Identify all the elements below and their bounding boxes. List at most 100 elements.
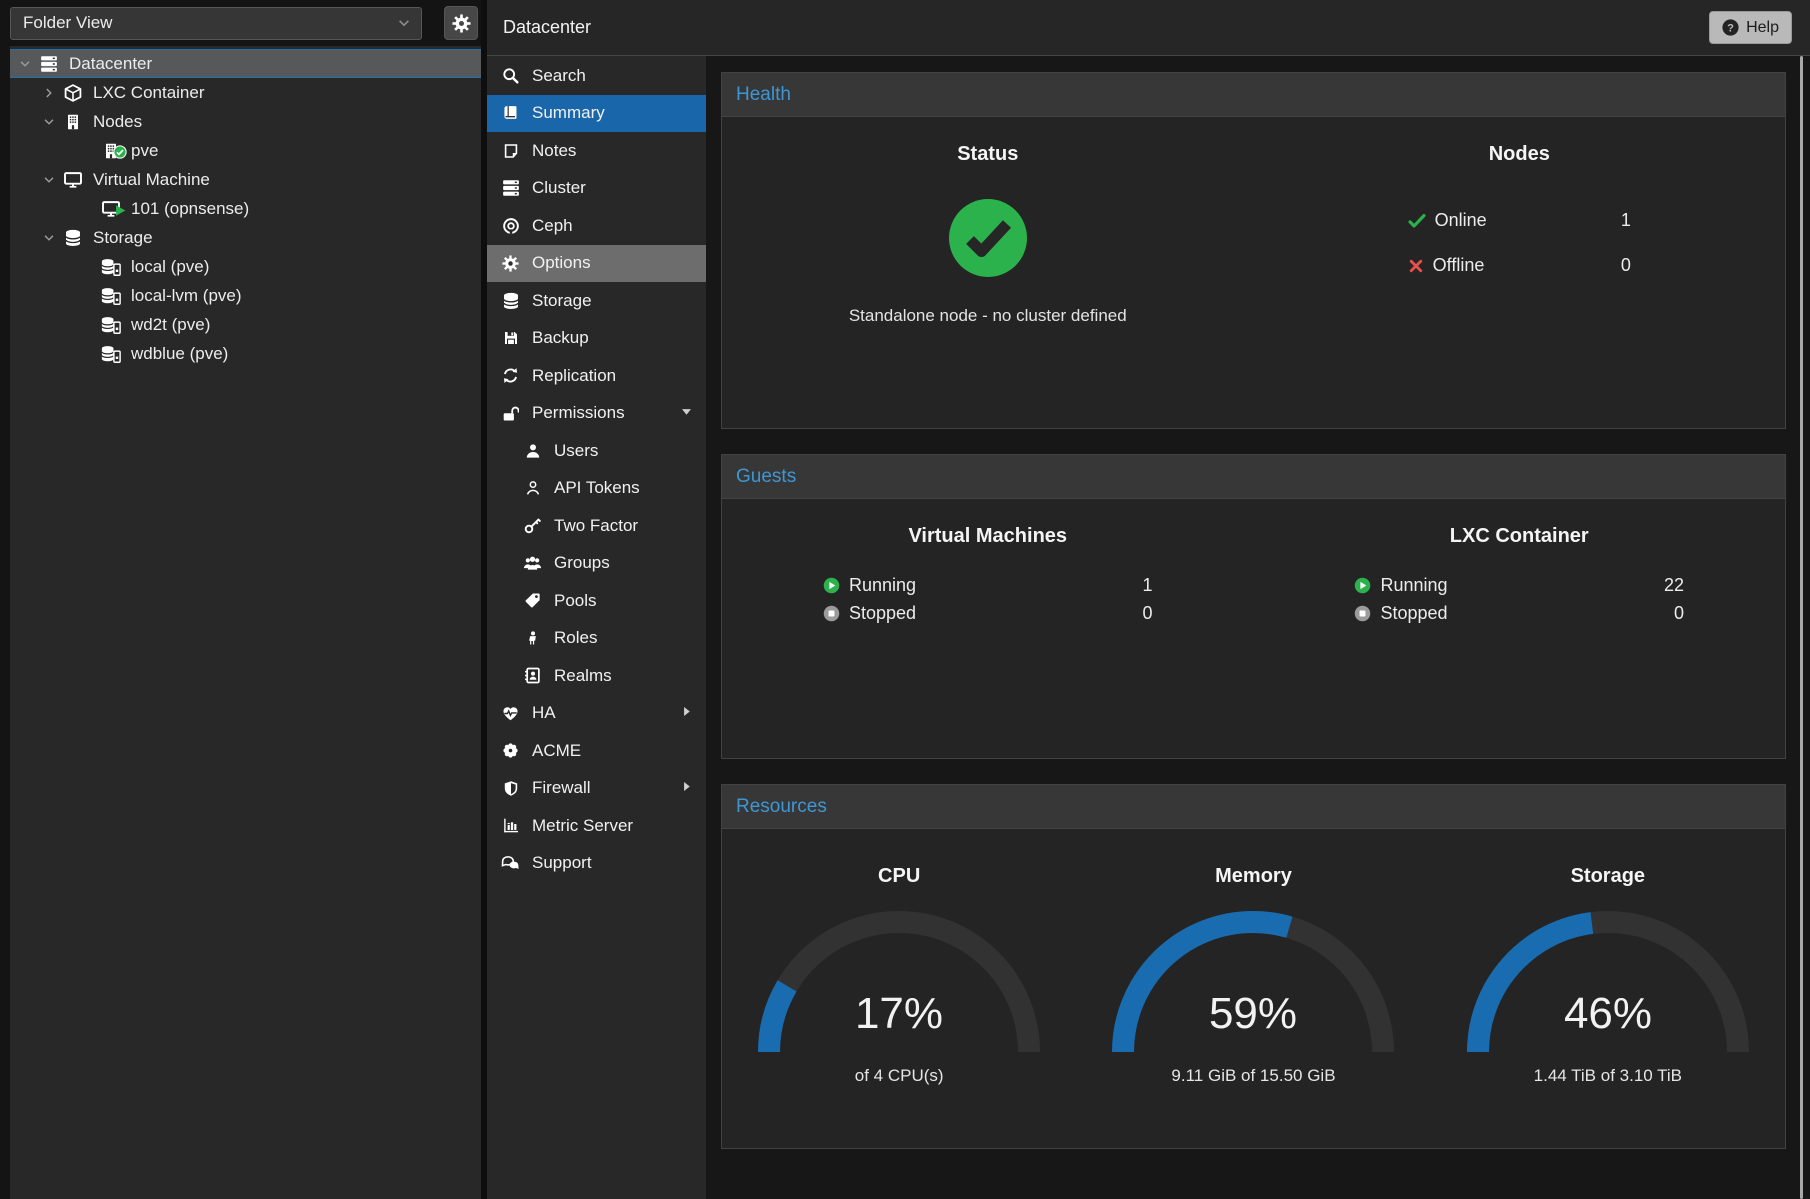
- datacenter-nav: SearchSummaryNotes Cluster CephOptionsStor…: [487, 56, 706, 1199]
- vertical-scrollbar[interactable]: [1797, 56, 1810, 1199]
- nav-item-ceph[interactable]: Ceph: [487, 207, 706, 245]
- guests-panel: Guests Virtual MachinesRunning1Stopped0L…: [721, 454, 1786, 759]
- gauge-heading: Memory: [1076, 865, 1430, 888]
- guests-column-heading: Virtual Machines: [722, 525, 1254, 548]
- tree-item-local-lvm-pve[interactable]: local-lvm (pve): [10, 281, 481, 310]
- question-circle-icon: ?: [1722, 19, 1739, 36]
- person-icon: [522, 630, 543, 646]
- key-icon: [522, 517, 543, 534]
- nav-item-roles[interactable]: Roles: [487, 620, 706, 658]
- nav-item-ha[interactable]: HA: [487, 695, 706, 733]
- gauge-percent: 17%: [855, 989, 943, 1038]
- monitor-icon: [98, 200, 124, 218]
- tree-item-label: local-lvm (pve): [131, 286, 242, 306]
- check-icon: [1408, 212, 1426, 230]
- nav-item-storage[interactable]: Storage: [487, 282, 706, 320]
- nav-item-support[interactable]: Support: [487, 845, 706, 883]
- tree-item-local-pve[interactable]: local (pve): [10, 252, 481, 281]
- tree-item-label: Storage: [93, 228, 153, 248]
- badge-icon: [500, 742, 521, 759]
- nav-item-realms[interactable]: Realms: [487, 657, 706, 695]
- gauge-cpu: CPU17%of 4 CPU(s): [722, 829, 1076, 1148]
- tree-item-label: wd2t (pve): [131, 315, 210, 335]
- tree-item-label: 101 (opnsense): [131, 199, 249, 219]
- nav-item-metric-server[interactable]: Metric Server: [487, 807, 706, 845]
- nav-item-groups[interactable]: Groups: [487, 545, 706, 583]
- tree-item-label: Datacenter: [69, 54, 152, 74]
- nav-item-label: Realms: [554, 666, 612, 686]
- content-lower: SearchSummaryNotesClusterCephOptionsStor…: [487, 56, 1810, 1199]
- tree-item-virtual-machine[interactable]: Virtual Machine: [10, 165, 481, 194]
- proxmox-app: Folder View DatacenterLXC ContainerNodes…: [0, 0, 1810, 1199]
- resources-panel-header: Resources: [722, 785, 1785, 829]
- chevron-down-icon[interactable]: [38, 231, 60, 245]
- status-row-value: 1: [1142, 575, 1152, 596]
- check-circle-icon: [949, 199, 1027, 277]
- tree-item-datacenter[interactable]: Datacenter: [10, 49, 481, 78]
- nav-item-api-tokens[interactable]: API Tokens: [487, 470, 706, 508]
- nav-item-firewall[interactable]: Firewall: [487, 770, 706, 808]
- unlock-icon: [500, 405, 521, 422]
- tree-item-label: local (pve): [131, 257, 209, 277]
- nav-item-search[interactable]: Search: [487, 57, 706, 95]
- nav-item-users[interactable]: Users: [487, 432, 706, 470]
- tree-item-wd2t-pve[interactable]: wd2t (pve): [10, 310, 481, 339]
- page-title: Datacenter: [503, 17, 591, 38]
- status-row-online: Online1: [1408, 210, 1631, 231]
- nav-item-two-factor[interactable]: Two Factor: [487, 507, 706, 545]
- nav-item-options[interactable]: Options: [487, 245, 706, 283]
- database-drive-icon: [98, 345, 124, 363]
- gauge-sublabel: 1.44 TiB of 3.10 TiB: [1431, 1066, 1785, 1086]
- database-icon: [500, 292, 521, 310]
- gauge-heading: CPU: [722, 865, 1076, 888]
- nav-item-label: Replication: [532, 366, 616, 386]
- cube-icon: [60, 84, 86, 102]
- nav-item-permissions[interactable]: Permissions: [487, 395, 706, 433]
- caret-right-icon: [680, 703, 693, 723]
- nav-item-label: API Tokens: [554, 478, 640, 498]
- health-panel-header: Health: [722, 73, 1785, 117]
- chevron-right-icon[interactable]: [38, 86, 60, 100]
- play-icon: [823, 577, 840, 594]
- scrollbar-thumb[interactable]: [1800, 56, 1803, 1199]
- caret-down-icon: [680, 403, 693, 423]
- tree-item-storage[interactable]: Storage: [10, 223, 481, 252]
- nav-item-summary[interactable]: Summary: [487, 95, 706, 133]
- chevron-down-icon[interactable]: [14, 57, 36, 71]
- guests-panel-header: Guests: [722, 455, 1785, 499]
- status-row-value: 1: [1621, 210, 1631, 231]
- gauge-storage: Storage46%1.44 TiB of 3.10 TiB: [1431, 829, 1785, 1148]
- status-row-value: 0: [1621, 255, 1631, 276]
- users-icon: [522, 555, 543, 572]
- server-stack-icon: [36, 55, 62, 73]
- nav-item-pools[interactable]: Pools: [487, 582, 706, 620]
- nav-item-label: Two Factor: [554, 516, 638, 536]
- view-mode-select[interactable]: Folder View: [10, 7, 422, 40]
- nav-item-cluster[interactable]: Cluster: [487, 170, 706, 208]
- bar-chart-icon: [500, 817, 521, 834]
- tree-item-wdblue-pve[interactable]: wdblue (pve): [10, 339, 481, 368]
- status-row-value: 0: [1142, 603, 1152, 624]
- nav-item-replication[interactable]: Replication: [487, 357, 706, 395]
- tree-item-pve[interactable]: pve: [10, 136, 481, 165]
- tree-item-label: Virtual Machine: [93, 170, 210, 190]
- database-icon: [60, 229, 86, 247]
- nav-item-label: Cluster: [532, 178, 586, 198]
- tree-item-lxc-container[interactable]: LXC Container: [10, 78, 481, 107]
- running-play-icon: [114, 202, 127, 222]
- tree-settings-button[interactable]: [444, 6, 478, 40]
- nav-item-label: ACME: [532, 741, 581, 761]
- nav-item-backup[interactable]: Backup: [487, 320, 706, 358]
- nodes-heading: Nodes: [1254, 143, 1786, 166]
- chevron-down-icon[interactable]: [38, 115, 60, 129]
- nav-item-acme[interactable]: ACME: [487, 732, 706, 770]
- gauge-memory: Memory59%9.11 GiB of 15.50 GiB: [1076, 829, 1430, 1148]
- tree-item-label: wdblue (pve): [131, 344, 228, 364]
- search-icon: [500, 67, 521, 84]
- tree-item-nodes[interactable]: Nodes: [10, 107, 481, 136]
- nav-item-notes[interactable]: Notes: [487, 132, 706, 170]
- tree-item-101-opnsense[interactable]: 101 (opnsense): [10, 194, 481, 223]
- help-button[interactable]: ? Help: [1709, 11, 1792, 44]
- chevron-down-icon[interactable]: [38, 173, 60, 187]
- svg-text:?: ?: [1727, 22, 1734, 34]
